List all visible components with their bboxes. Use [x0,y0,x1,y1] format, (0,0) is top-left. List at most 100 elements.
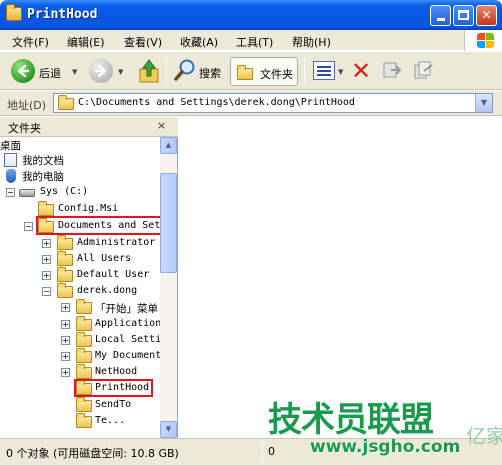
window-title: PrintHood [27,7,98,22]
scroll-down-icon[interactable]: ▼ [160,421,177,438]
collapse-icon[interactable]: − [24,222,33,231]
address-label: 地址(D) [7,99,47,112]
views-icon[interactable] [313,61,335,80]
close-icon: ✕ [481,8,492,22]
expand-icon[interactable]: + [61,320,70,329]
maximize-button[interactable] [453,5,474,26]
toolbar: 后退 ▼ ▼ 搜索 文件夹 ▼ ✕ [0,52,502,90]
drive-icon [19,189,35,197]
minimize-icon [436,18,445,21]
tree-item-label: Administrator [77,237,156,248]
watermark-logo: 技术员联盟 [268,400,434,440]
tree-item-application-data[interactable]: + Application [0,316,160,333]
tree-item-default-user[interactable]: + Default User [0,267,160,284]
tree-item-label: Default User [77,269,150,280]
menu-bar: 文件(F) 编辑(E) 查看(V) 收藏(A) 工具(T) 帮助(H) [0,30,502,51]
scroll-up-icon[interactable]: ▲ [160,137,177,154]
folder-icon [76,364,92,379]
title-bar[interactable]: PrintHood ✕ [0,0,502,30]
expand-icon[interactable]: + [42,239,51,248]
tree-item-templates[interactable]: Te... [0,413,160,430]
menu-favorites[interactable]: 收藏(A) [180,34,218,50]
menu-file[interactable]: 文件(F) [12,34,49,50]
folder-icon [76,299,92,314]
status-object-count: 0 个对象 (可用磁盘空间: 10.8 GB) [6,447,179,460]
search-button-label[interactable]: 搜索 [199,65,221,81]
tree-item-label: Config.Msi [58,203,119,214]
tree-item-label: 「开始」菜单 [95,303,158,315]
back-dropdown-icon[interactable]: ▼ [72,68,77,76]
folders-button[interactable]: 文件夹 [230,57,298,86]
menu-edit[interactable]: 编辑(E) [67,34,105,50]
move-to-icon[interactable] [381,59,403,81]
menu-tools[interactable]: 工具(T) [236,34,273,50]
folder-icon [76,413,92,428]
folder-icon [76,397,92,412]
maximize-icon [458,10,469,20]
tree-item-label: My Document [95,350,160,361]
folder-icon [57,235,73,250]
tree-item-sys-c[interactable]: − Sys (C:) [0,185,140,201]
expand-icon[interactable]: + [42,255,51,264]
folder-icon [237,65,253,80]
file-list-pane[interactable] [179,117,502,438]
tree-item-my-documents-folder[interactable]: + My Document [0,348,160,365]
delete-icon[interactable]: ✕ [351,59,371,83]
address-input[interactable]: C:\Documents and Settings\derek.dong\Pri… [53,93,493,113]
forward-dropdown-icon[interactable]: ▼ [118,68,123,76]
windows-logo-icon [464,30,502,51]
folder-icon [76,332,92,347]
close-button[interactable]: ✕ [476,5,497,26]
highlight-box [36,216,160,235]
close-icon[interactable]: × [154,119,169,134]
folder-icon [6,4,22,21]
document-icon [4,153,17,167]
folder-icon [58,95,74,110]
tree-item-label: 桌面 [0,140,21,152]
folder-pane-title: 文件夹 [8,122,41,135]
folder-icon [57,267,73,282]
tree-item-local-settings[interactable]: + Local Setti [0,332,160,349]
tree-item-label: Te... [95,415,126,426]
tree-item-all-users[interactable]: + All Users [0,251,160,268]
tree-item-label: NetHood [95,366,138,377]
scroll-thumb[interactable] [160,173,177,273]
back-button-label[interactable]: 后退 [39,65,61,81]
menu-help[interactable]: 帮助(H) [292,34,331,50]
folder-pane-scrollbar[interactable]: ▲ ▼ [160,137,177,438]
status-size: 0 [268,445,275,458]
folder-icon [57,251,73,266]
search-icon[interactable] [173,58,197,82]
minimize-button[interactable] [430,5,451,26]
folder-pane-header: 文件夹 × [0,117,178,137]
back-arrow-icon[interactable] [11,59,35,83]
copy-to-icon[interactable] [412,59,434,81]
expand-icon[interactable]: + [42,271,51,280]
tree-item-start-menu[interactable]: + 「开始」菜单 [0,299,160,316]
expand-icon[interactable]: + [61,303,70,312]
folder-pane: 文件夹 × 桌面 我的文档 我的电脑 − Sys (C:) Config.Msi [0,117,178,438]
up-folder-icon[interactable] [138,58,160,84]
tree-item-label: Local Setti [95,334,160,345]
forward-arrow-icon[interactable] [89,59,113,83]
tree-item-sendto[interactable]: SendTo [0,397,160,414]
collapse-icon[interactable]: − [42,287,51,296]
collapse-icon[interactable]: − [6,188,15,197]
tree-item-my-music[interactable]: 我的电脑 [0,168,120,184]
tree-item-derek-dong[interactable]: − derek.dong [0,283,160,300]
menu-view[interactable]: 查看(V) [124,34,162,50]
tree-item-label: Application [95,318,160,329]
tree-item-administrator[interactable]: + Administrator [0,235,160,252]
expand-icon[interactable]: + [61,368,70,377]
tree-item-my-documents[interactable]: 我的文档 [0,152,120,168]
views-dropdown-icon[interactable]: ▼ [338,68,343,76]
folder-tree: 桌面 我的文档 我的电脑 − Sys (C:) Config.Msi − Doc… [0,137,160,438]
folder-icon [38,201,54,216]
highlight-box [74,379,153,397]
tree-item-label: derek.dong [77,285,138,296]
address-dropdown-icon[interactable]: ▼ [475,94,492,112]
expand-icon[interactable]: + [61,352,70,361]
address-path[interactable]: C:\Documents and Settings\derek.dong\Pri… [78,97,355,108]
expand-icon[interactable]: + [61,336,70,345]
tree-item-label: 我的文档 [22,155,64,167]
